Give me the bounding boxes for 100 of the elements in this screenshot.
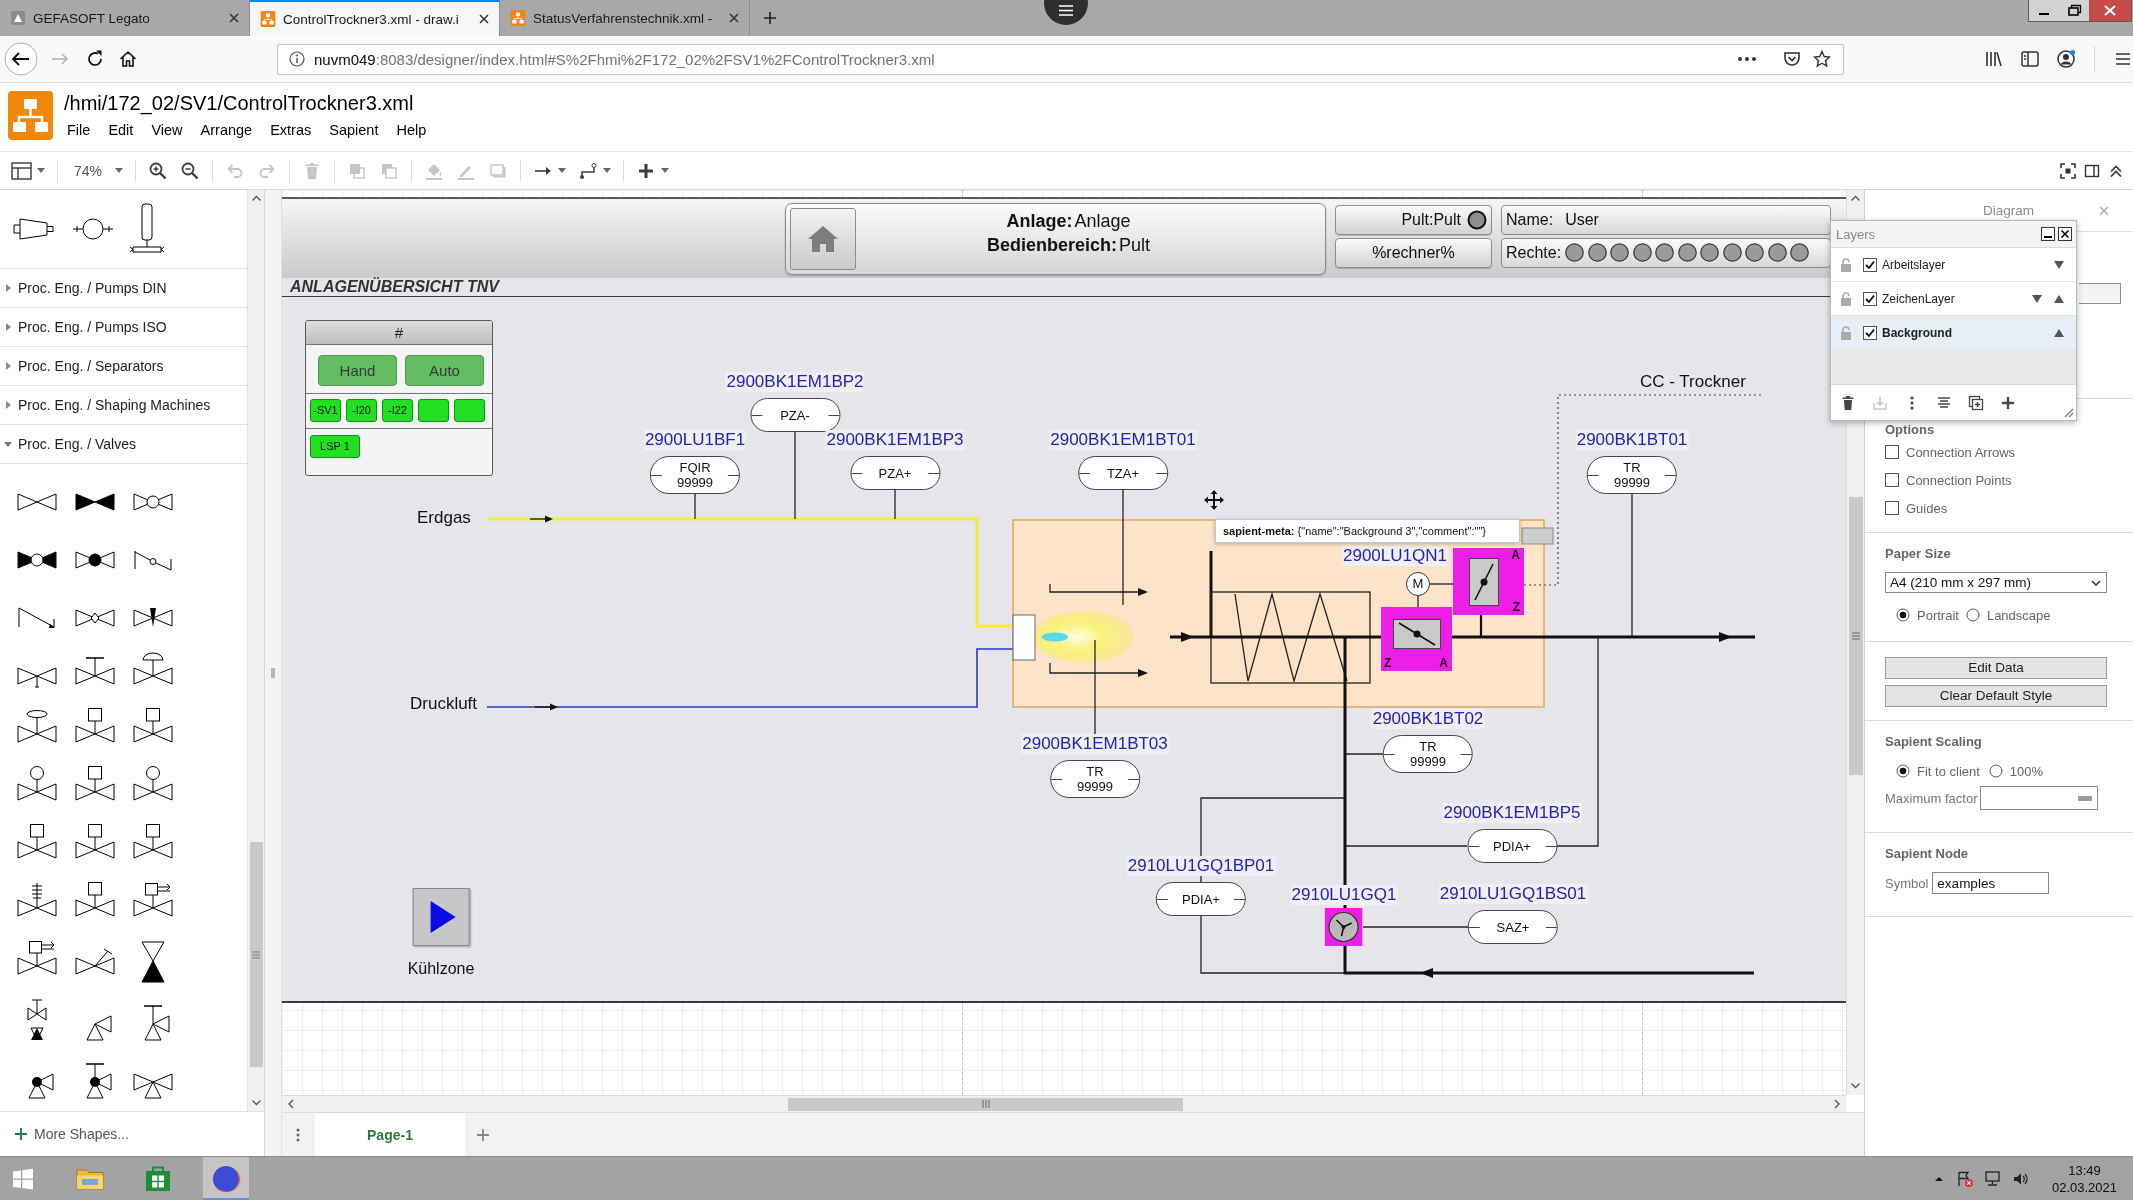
chevron-down-icon[interactable] — [2091, 579, 2101, 586]
grip-icon[interactable] — [271, 668, 275, 678]
zoom-in-icon[interactable] — [148, 160, 169, 181]
grip-icon[interactable] — [981, 1100, 990, 1108]
layer-name: ZeichenLayer — [1882, 291, 1955, 306]
close-icon[interactable] — [2058, 227, 2072, 241]
monitor-icon[interactable] — [1983, 1169, 2002, 1188]
close-icon[interactable] — [478, 13, 490, 25]
scrollbar-thumb[interactable] — [249, 842, 263, 1067]
menu-item[interactable]: Sapient — [320, 120, 388, 140]
home-button[interactable] — [790, 207, 856, 270]
move-up-icon[interactable] — [2053, 327, 2065, 338]
account-icon[interactable] — [2056, 49, 2076, 69]
mode-button[interactable]: Hand — [318, 355, 397, 386]
section-title: ANLAGENÜBERSICHT TNV — [290, 278, 499, 296]
duplicate-icon[interactable] — [1968, 394, 1984, 411]
home-icon[interactable] — [118, 49, 138, 69]
panel-icon[interactable] — [2084, 162, 2100, 179]
caret-icon[interactable] — [37, 168, 45, 173]
mode-button[interactable]: Auto — [405, 355, 484, 386]
menu-item[interactable]: Extras — [261, 120, 321, 140]
menu-item[interactable]: Edit — [99, 120, 143, 140]
restore-icon[interactable] — [2059, 0, 2089, 21]
zoom-level[interactable]: 74% — [74, 162, 103, 179]
minimize-icon[interactable] — [2029, 0, 2059, 21]
fullscreen-icon[interactable] — [2060, 162, 2076, 179]
menu-icon[interactable] — [1044, 0, 1088, 26]
radio-button[interactable] — [1896, 764, 1910, 778]
checkbox[interactable] — [1863, 325, 1877, 340]
menu-item[interactable]: Help — [387, 120, 436, 140]
scrollbar-thumb[interactable] — [788, 1097, 1183, 1111]
caret-icon[interactable] — [4, 440, 12, 448]
input-field[interactable]: examples — [1932, 872, 2050, 894]
layer-row[interactable]: Arbeitslayer — [1831, 248, 2076, 282]
mixer-icon[interactable] — [129, 203, 165, 255]
caret-icon[interactable] — [603, 168, 612, 173]
panel-tab[interactable]: Diagram — [1983, 203, 2034, 218]
caret-icon[interactable] — [4, 323, 12, 331]
play-button[interactable] — [412, 888, 470, 946]
plus-icon[interactable] — [2000, 394, 2016, 411]
info-icon[interactable] — [289, 51, 305, 67]
checkbox[interactable] — [1885, 445, 1899, 459]
move-down-icon[interactable] — [2031, 293, 2043, 304]
computer-button[interactable]: %rechner% — [1335, 237, 1492, 268]
menu-item[interactable]: View — [142, 120, 192, 140]
more-icon[interactable] — [1737, 56, 1757, 62]
unit-button[interactable]: -I22 — [382, 399, 413, 422]
radio-button[interactable] — [1896, 608, 1910, 622]
radio-button[interactable] — [1988, 764, 2003, 778]
delete-icon[interactable] — [1840, 394, 1856, 411]
paper-size-select[interactable]: A4 (210 mm x 297 mm) — [1885, 572, 2107, 593]
grip-icon[interactable] — [1851, 632, 1860, 640]
scrollbar-thumb[interactable] — [1848, 497, 1863, 775]
action-button[interactable]: Clear Default Style — [1885, 685, 2107, 707]
pocket-icon[interactable] — [1783, 50, 1801, 68]
caret-icon[interactable] — [4, 401, 12, 409]
checkbox[interactable] — [1863, 257, 1877, 272]
caret-icon[interactable] — [4, 284, 12, 292]
console-button[interactable]: Pult:Pult — [1335, 204, 1492, 235]
pump-icon[interactable] — [71, 216, 115, 242]
address-field[interactable]: nuvm049:8083/designer/index.html#S%2Fhmi%2F172_02%2FSV1%2FControlTrockner3.xml — [277, 43, 1844, 75]
layout-icon[interactable] — [11, 160, 33, 181]
unit-button[interactable]: -I20 — [346, 399, 377, 422]
browser-tab[interactable]: ControlTrockner3.xml - draw.i — [250, 0, 500, 36]
action-button[interactable]: Edit Data — [1885, 657, 2107, 679]
page-menu-icon[interactable] — [296, 1127, 300, 1142]
caret-icon[interactable] — [558, 168, 567, 173]
checkbox[interactable] — [1885, 501, 1899, 515]
unit-button[interactable]: -SV1 — [310, 399, 341, 422]
flag-icon[interactable] — [1955, 1169, 1974, 1188]
line-button[interactable]: LSP 1 — [310, 435, 360, 458]
reload-icon[interactable] — [85, 49, 105, 69]
sidebar-icon[interactable] — [2020, 49, 2040, 69]
star-icon[interactable] — [1813, 50, 1831, 68]
waypoints-icon[interactable] — [578, 160, 599, 181]
input-field[interactable] — [2079, 283, 2121, 304]
menu-item[interactable]: File — [58, 120, 100, 140]
input-field[interactable] — [1980, 786, 2099, 810]
move-up-icon[interactable] — [2053, 293, 2065, 304]
move-down-icon[interactable] — [2053, 259, 2065, 270]
browser-icon[interactable] — [203, 1156, 249, 1200]
zoom-out-icon[interactable] — [180, 160, 201, 181]
compressor-icon[interactable] — [13, 216, 57, 242]
page-tab[interactable]: Page-1 — [315, 1112, 465, 1157]
add-page-icon[interactable] — [476, 1127, 490, 1142]
back-icon[interactable] — [4, 42, 38, 76]
minimize-icon[interactable] — [2041, 227, 2055, 241]
new-tab-icon[interactable] — [763, 11, 777, 25]
resize-grip-icon[interactable] — [2062, 406, 2074, 418]
caret-icon[interactable] — [115, 168, 124, 173]
checkbox[interactable] — [1885, 473, 1899, 487]
layer-row[interactable]: Background — [1831, 316, 2076, 350]
caret-icon[interactable] — [4, 362, 12, 370]
library-icon[interactable] — [1984, 49, 2004, 69]
grip-icon[interactable] — [252, 950, 260, 959]
text-lines-icon[interactable] — [1936, 394, 1952, 411]
caret-icon[interactable] — [661, 168, 670, 173]
radio-button[interactable] — [1965, 608, 1980, 622]
checkbox[interactable] — [1863, 291, 1877, 306]
menu-item[interactable]: Arrange — [191, 120, 262, 140]
